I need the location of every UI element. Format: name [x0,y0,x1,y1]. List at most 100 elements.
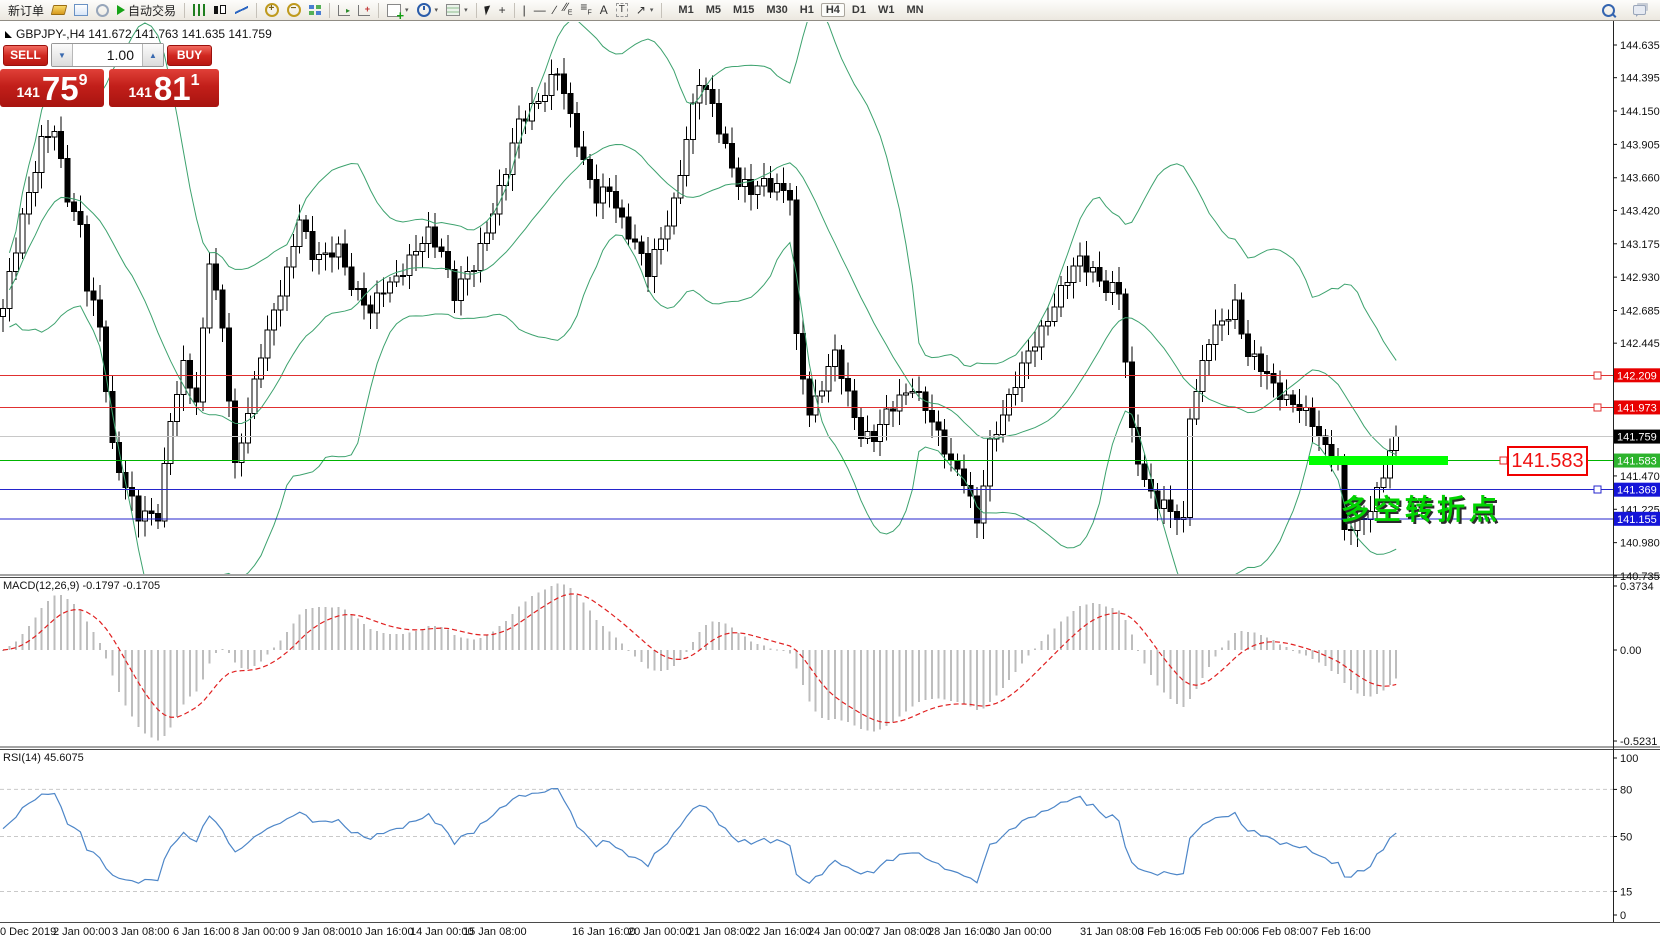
buy-price-big-figure: 141 [129,84,152,100]
svg-text:24 Jan 00:00: 24 Jan 00:00 [808,926,872,938]
svg-text:10 Jan 16:00: 10 Jan 16:00 [350,926,414,938]
dropdown-arrow-icon: ▾ [435,6,439,14]
chart-window-icon[interactable] [70,1,92,19]
svg-text:142.209: 142.209 [1617,370,1657,382]
timeframe-mn[interactable]: MN [901,3,928,17]
toolbar-separator [329,3,330,18]
svg-text:144.150: 144.150 [1620,106,1660,118]
timeframe-toolbar: M1M5M15M30H1H4D1W1MN [672,3,929,17]
crosshair-icon[interactable]: + [495,1,510,19]
bar-chart-icon [193,4,205,16]
rsi-indicator-label: RSI(14) 45.6075 [3,752,84,764]
search-icon [1602,4,1615,17]
chat-button[interactable] [1629,1,1650,19]
timeframe-d1[interactable]: D1 [847,3,871,17]
chart-canvas[interactable]: 144.635144.395144.150143.905143.660143.4… [0,0,1660,940]
signals-icon[interactable] [92,1,113,19]
tile-windows-icon[interactable] [305,1,325,19]
equidistant-channel-icon-sub: E [568,9,573,16]
indicators-list-button[interactable]: ▾ [383,1,413,19]
timeframe-m15[interactable]: M15 [728,3,759,17]
price-axis[interactable]: 144.635144.395144.150143.905143.660143.4… [1613,40,1660,922]
svg-text:143.175: 143.175 [1620,239,1660,251]
main-toolbar: 新订单自动交易▾▾▾+|—∕∕∕E≡FAT↗▾M1M5M15M30H1H4D1W… [0,0,1660,21]
buy-button[interactable]: BUY [167,45,212,66]
trendline-icon: ∕ [554,4,556,16]
price-callout-label[interactable]: 141.583 [1507,446,1588,476]
line-handle[interactable] [1594,404,1601,411]
svg-text:6 Feb 08:00: 6 Feb 08:00 [1253,926,1312,938]
volume-increase-button[interactable]: ▲ [142,44,163,66]
auto-trading-button[interactable]: 自动交易 [113,1,180,19]
vertical-line-icon[interactable]: | [519,1,530,19]
text-label-icon[interactable]: T [612,1,632,19]
line-chart-icon[interactable] [231,1,252,19]
timeframe-h1[interactable]: H1 [795,3,819,17]
toolbar-separator [378,3,379,18]
periods-button[interactable]: ▾ [413,1,443,19]
bar-chart-icon[interactable] [189,1,209,19]
cursor-icon [484,5,491,15]
chart-shift-icon[interactable] [354,1,374,19]
search-button[interactable] [1598,1,1619,19]
thick-trend-segment[interactable] [1309,456,1448,465]
signals-icon [96,4,109,17]
svg-text:8 Jan 00:00: 8 Jan 00:00 [233,926,291,938]
svg-text:9 Jan 08:00: 9 Jan 08:00 [293,926,351,938]
turning-point-annotation[interactable]: 多空转折点 [1341,488,1501,528]
svg-text:15 Jan 08:00: 15 Jan 08:00 [463,926,527,938]
svg-text:141.369: 141.369 [1617,485,1657,497]
timeframe-m1[interactable]: M1 [673,3,698,17]
auto-scroll-icon[interactable] [334,1,354,19]
svg-text:144.635: 144.635 [1620,40,1660,52]
horizontal-line-icon: — [534,4,546,16]
svg-text:0.00: 0.00 [1620,645,1641,657]
crosshair-icon: + [499,4,506,16]
toolbar-separator [256,3,257,18]
quote-buttons-row: SELL ▼ 1.00 ▲ BUY [0,42,219,68]
timeframe-w1[interactable]: W1 [873,3,900,17]
timeframe-m5[interactable]: M5 [701,3,726,17]
indicators-list-button [387,4,401,17]
line-handle[interactable] [1594,372,1601,379]
volume-input[interactable]: 1.00 [73,44,142,66]
svg-text:143.660: 143.660 [1620,173,1660,185]
candlestick-chart-icon[interactable] [209,1,231,19]
svg-text:31 Jan 08:00: 31 Jan 08:00 [1080,926,1144,938]
one-click-trading-panel: SELL ▼ 1.00 ▲ BUY 141 75 9 141 81 1 [0,42,219,107]
svg-text:100: 100 [1620,753,1638,765]
text-icon[interactable]: A [596,1,612,19]
new-order-button[interactable]: 新订单 [4,1,48,19]
volume-decrease-button[interactable]: ▼ [52,44,73,66]
zoom-in-icon[interactable] [261,1,283,19]
svg-text:140.980: 140.980 [1620,538,1660,550]
time-axis[interactable]: 0 Dec 20192 Jan 00:003 Jan 08:006 Jan 16… [0,926,1371,938]
horizontal-line-icon[interactable]: — [530,1,550,19]
text-icon: A [600,4,608,16]
templates-button[interactable]: ▾ [442,1,472,19]
svg-text:27 Jan 08:00: 27 Jan 08:00 [868,926,932,938]
equidistant-channel-icon[interactable]: ∕∕E [560,1,577,19]
auto-trading-button-label: 自动交易 [128,2,176,19]
timeframe-m30[interactable]: M30 [761,3,792,17]
toolbar-separator [476,3,477,18]
sell-price-button[interactable]: 141 75 9 [0,69,104,107]
templates-button [446,4,460,16]
sell-button[interactable]: SELL [3,45,48,66]
svg-text:142.445: 142.445 [1620,338,1660,350]
cursor-icon[interactable] [481,1,495,19]
sell-price-pips: 75 [42,72,79,105]
line-handle[interactable] [1500,457,1507,464]
chat-icon [1633,5,1646,15]
svg-text:142.930: 142.930 [1620,272,1660,284]
zoom-out-icon[interactable] [283,1,305,19]
svg-text:142.685: 142.685 [1620,305,1660,317]
fibonacci-icon[interactable]: ≡F [576,1,595,19]
arrows-icon[interactable]: ↗▾ [632,1,658,19]
market-watch-icon[interactable] [48,1,70,19]
fibonacci-icon: ≡F [580,1,591,19]
trendline-icon[interactable]: ∕ [550,1,560,19]
line-handle[interactable] [1594,486,1601,493]
buy-price-button[interactable]: 141 81 1 [109,69,219,107]
timeframe-h4[interactable]: H4 [821,3,845,17]
